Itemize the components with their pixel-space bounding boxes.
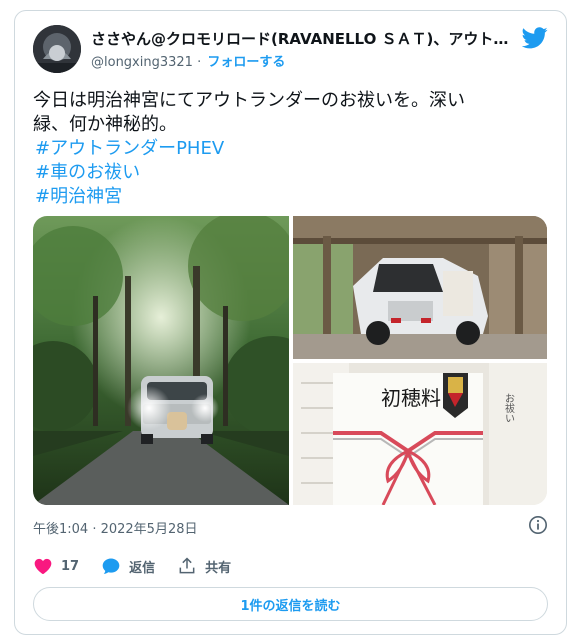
avatar-image xyxy=(33,25,81,73)
envelope-text: 初穂料 xyxy=(381,386,441,410)
twitter-bird-icon[interactable] xyxy=(522,27,548,49)
share-label: 共有 xyxy=(205,560,232,576)
reply-button[interactable]: 返信 xyxy=(101,556,155,576)
hashtag-car-purification[interactable]: #車のお祓い xyxy=(35,161,533,185)
hashtag-meiji-jingu[interactable]: #明治神宮 xyxy=(35,185,533,209)
tweet-text-line-2: 緑、何か神秘的。 xyxy=(33,114,177,135)
author-display-name[interactable]: ささやん@クロモリロード(RAVANELLO ＳＡＴ)、アウトランダー xyxy=(91,28,511,49)
avatar[interactable] xyxy=(33,25,81,73)
handle-separator: · xyxy=(197,55,202,70)
like-button[interactable]: 17 xyxy=(33,556,79,576)
media-grid: 初穂料 お祓い xyxy=(33,216,547,505)
share-icon xyxy=(179,557,195,574)
info-icon[interactable] xyxy=(528,515,548,535)
reply-bubble-icon xyxy=(102,558,120,574)
svg-text:お祓い: お祓い xyxy=(503,393,515,423)
tweet-text-line-1: 今日は明治神宮にてアウトランダーのお祓いを。深い xyxy=(33,90,465,111)
photo-car-at-shrine[interactable] xyxy=(293,216,547,359)
author-handle[interactable]: @longxing3321 xyxy=(91,55,193,70)
share-button[interactable]: 共有 xyxy=(177,556,231,576)
action-bar: 17 返信 共有 xyxy=(33,551,253,581)
heart-icon xyxy=(34,558,52,574)
read-replies-button[interactable]: 1件の返信を読む xyxy=(33,587,548,621)
author-handle-row: @longxing3321 · フォローする xyxy=(91,51,285,70)
tweet-text: 今日は明治神宮にてアウトランダーのお祓いを。深い 緑、何か神秘的。 #アウトラン… xyxy=(33,89,533,209)
follow-button[interactable]: フォローする xyxy=(207,55,285,70)
tweet-timestamp[interactable]: 午後1:04 · 2022年5月28日 xyxy=(33,518,198,537)
reply-label: 返信 xyxy=(129,560,156,576)
hashtag-outlander-phev[interactable]: #アウトランダーPHEV xyxy=(35,137,533,161)
photo-car-in-forest[interactable] xyxy=(33,216,289,505)
tweet-card: ささやん@クロモリロード(RAVANELLO ＳＡＴ)、アウトランダー @lon… xyxy=(14,10,567,635)
photo-offering-envelope[interactable]: 初穂料 お祓い xyxy=(293,363,547,505)
like-count: 17 xyxy=(61,558,80,574)
